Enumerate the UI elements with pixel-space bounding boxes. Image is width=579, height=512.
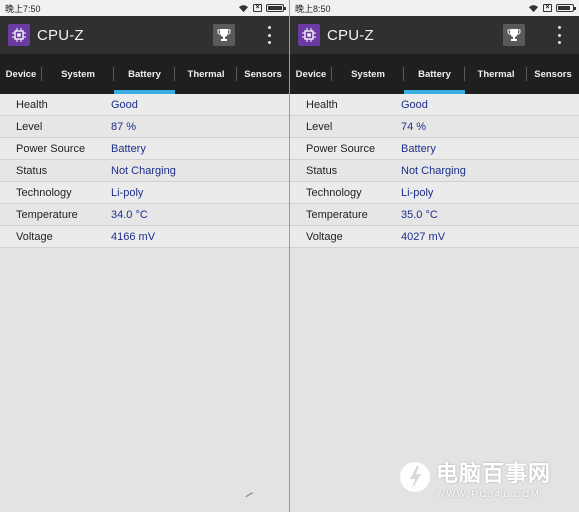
watermark-name: 电脑百事网	[436, 461, 552, 487]
battery-info-table: Health Good Level 74 % Power Source Battery…	[290, 94, 579, 248]
tab-sensors[interactable]: Sensors	[527, 54, 579, 94]
table-row: Level 87 %	[0, 116, 289, 138]
tab-device[interactable]: Device	[0, 54, 42, 94]
table-row: Status Not Charging	[0, 160, 289, 182]
status-time: 晚上8:50	[295, 3, 331, 14]
table-row: Voltage 4027 mV	[290, 226, 579, 248]
overflow-menu-icon[interactable]	[555, 26, 563, 44]
tab-battery[interactable]: Battery	[404, 54, 465, 94]
tab-sensors[interactable]: Sensors	[237, 54, 289, 94]
trophy-icon[interactable]	[213, 24, 235, 46]
tab-thermal[interactable]: Thermal	[175, 54, 237, 94]
tab-thermal[interactable]: Thermal	[465, 54, 527, 94]
table-row: Status Not Charging	[290, 160, 579, 182]
app-bar: CPU-Z	[290, 16, 579, 54]
sim-none-icon: ×	[253, 4, 262, 12]
tab-system[interactable]: System	[332, 54, 404, 94]
tab-device[interactable]: Device	[290, 54, 332, 94]
app-title: CPU-Z	[37, 26, 84, 44]
status-time: 晚上7:50	[5, 3, 41, 14]
wifi-icon	[529, 4, 538, 12]
app-bar: CPU-Z	[0, 16, 289, 54]
tab-system[interactable]: System	[42, 54, 114, 94]
tab-bar: Device System Battery Thermal Sensors	[290, 54, 579, 94]
table-row: Technology Li-poly	[290, 182, 579, 204]
table-row: Voltage 4166 mV	[0, 226, 289, 248]
status-bar: 晚上7:50 ×	[0, 0, 289, 16]
tab-indicator	[114, 90, 175, 94]
watermark-url: WWW.PC841.COM	[436, 488, 541, 499]
table-row: Level 74 %	[290, 116, 579, 138]
watermark: 电脑百事网 WWW.PC841.COM	[398, 452, 568, 502]
screenshot-panel-right: 晚上8:50 × CPU-Z Device System Battery The…	[290, 0, 579, 512]
battery-level-fill	[268, 6, 283, 10]
status-bar: 晚上8:50 ×	[290, 0, 579, 16]
battery-level-fill	[558, 6, 570, 10]
app-title: CPU-Z	[327, 26, 374, 44]
cpu-chip-icon	[8, 24, 30, 46]
table-row: Health Good	[290, 94, 579, 116]
table-row: Temperature 35.0 °C	[290, 204, 579, 226]
screenshot-panel-left: 晚上7:50 × CPU-Z Device System Battery The…	[0, 0, 289, 512]
table-row: Temperature 34.0 °C	[0, 204, 289, 226]
table-row: Technology Li-poly	[0, 182, 289, 204]
wifi-icon	[239, 4, 248, 12]
table-row: Power Source Battery	[0, 138, 289, 160]
table-row: Power Source Battery	[290, 138, 579, 160]
table-row: Health Good	[0, 94, 289, 116]
battery-icon	[556, 4, 576, 12]
battery-icon	[266, 4, 286, 12]
tab-bar: Device System Battery Thermal Sensors	[0, 54, 289, 94]
cpu-chip-icon	[298, 24, 320, 46]
sim-none-icon: ×	[543, 4, 552, 12]
pc841-logo-icon	[400, 462, 430, 492]
battery-info-table: Health Good Level 87 % Power Source Battery…	[0, 94, 289, 248]
trophy-icon[interactable]	[503, 24, 525, 46]
tab-battery[interactable]: Battery	[114, 54, 175, 94]
stray-mark	[245, 492, 255, 500]
overflow-menu-icon[interactable]	[265, 26, 273, 44]
tab-indicator	[404, 90, 465, 94]
